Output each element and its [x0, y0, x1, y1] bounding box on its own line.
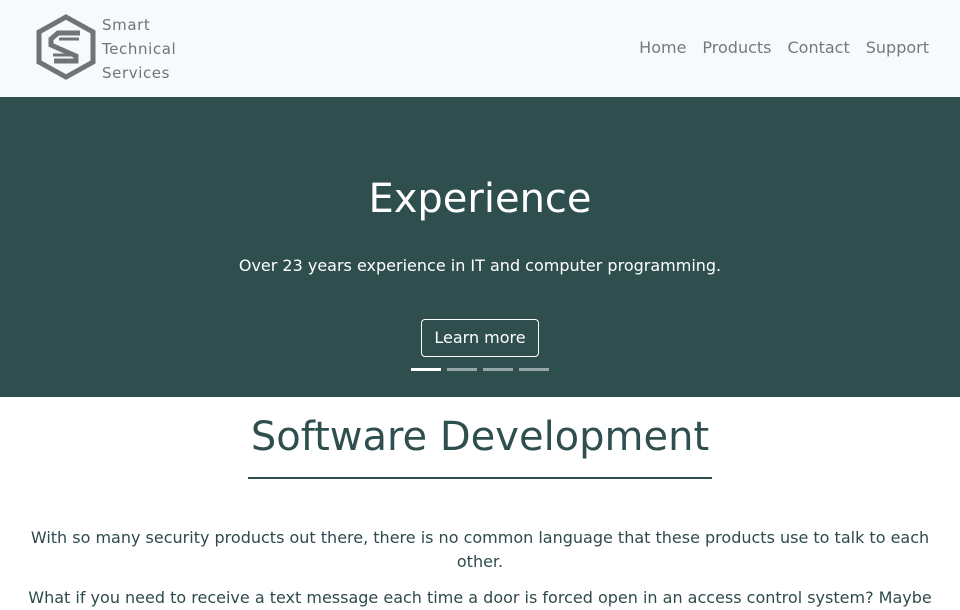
logo-line: Technical: [102, 40, 177, 58]
carousel-indicator-2[interactable]: [447, 368, 477, 371]
carousel-indicator-1[interactable]: [411, 368, 441, 371]
nav-home[interactable]: Home: [639, 36, 686, 60]
learn-more-button[interactable]: Learn more: [421, 319, 539, 357]
nav-contact[interactable]: Contact: [788, 36, 850, 60]
hero-text: Over 23 years experience in IT and compu…: [238, 256, 722, 275]
carousel-indicator-4[interactable]: [519, 368, 549, 371]
logo-link[interactable]: Smart Technical Services: [36, 14, 196, 84]
main-nav: Home Products Contact Support: [639, 36, 929, 60]
carousel-indicator-3[interactable]: [483, 368, 513, 371]
title-divider: [248, 477, 712, 479]
paragraph: What if you need to receive a text messa…: [28, 588, 932, 607]
paragraph: With so many security products out there…: [30, 528, 930, 571]
section-title: Software Development: [250, 414, 710, 460]
hero-title: Experience: [368, 176, 592, 222]
logo-text: Smart Technical Services: [102, 13, 176, 85]
nav-support[interactable]: Support: [866, 36, 929, 60]
logo-line: Smart: [102, 16, 151, 34]
hero-carousel: Experience Over 23 years experience in I…: [0, 97, 960, 397]
nav-products[interactable]: Products: [702, 36, 771, 60]
s-hexagon-logo-icon: [36, 14, 96, 84]
carousel-indicators: [411, 368, 549, 371]
logo-line: Services: [102, 64, 171, 82]
navbar: Smart Technical Services Home Products C…: [0, 0, 960, 97]
